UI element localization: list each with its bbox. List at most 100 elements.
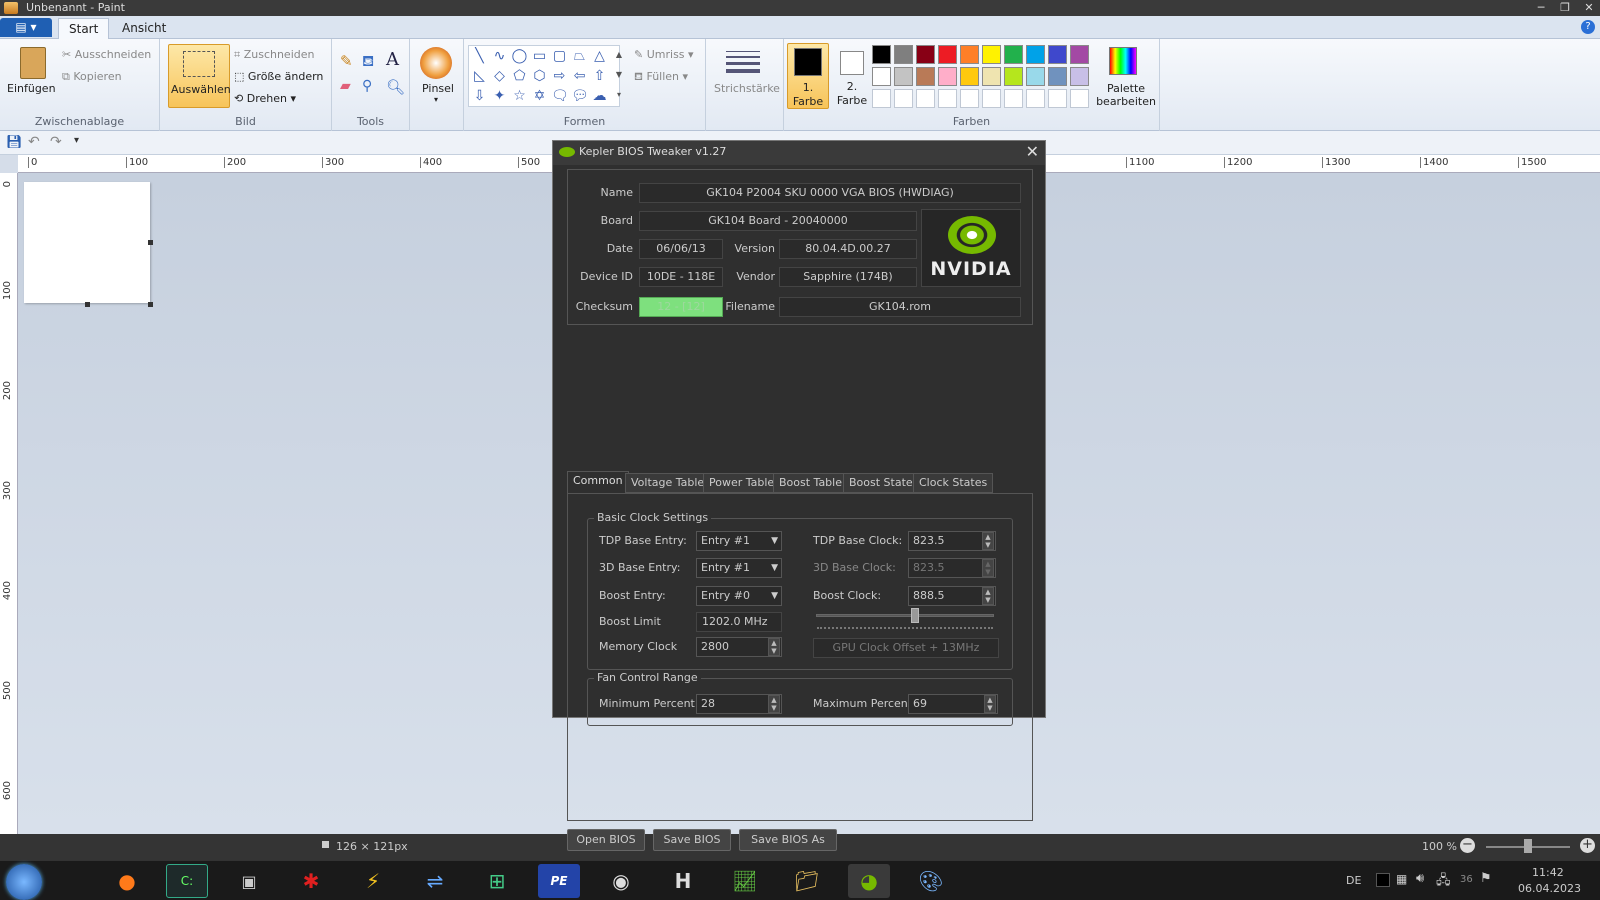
palette-swatch[interactable] bbox=[872, 45, 891, 64]
rounded-rectangle-icon[interactable]: ▢ bbox=[551, 48, 568, 65]
right-arrow-icon[interactable]: ⇨ bbox=[551, 68, 568, 85]
fill-button[interactable]: Füllen bbox=[646, 70, 679, 83]
nvidia-tool-icon[interactable]: ◕ bbox=[848, 864, 890, 898]
text-icon[interactable]: A bbox=[386, 49, 399, 70]
custom-color-slot[interactable] bbox=[982, 89, 1001, 108]
custom-color-slot[interactable] bbox=[1048, 89, 1067, 108]
pe-tool-icon[interactable]: PE bbox=[538, 864, 580, 898]
edit-colors-label-a[interactable]: Palette bbox=[1102, 82, 1150, 95]
down-arrow-icon[interactable]: ⇩ bbox=[471, 88, 488, 105]
up-arrow-icon[interactable]: ⇧ bbox=[591, 68, 608, 85]
h-tool-icon[interactable]: H bbox=[662, 864, 704, 898]
tray-app-icon[interactable]: ▦ bbox=[1396, 872, 1407, 886]
tab-common[interactable]: Common bbox=[567, 471, 629, 494]
rotate-button[interactable]: Drehen bbox=[247, 92, 287, 105]
resize-handle-bottom[interactable] bbox=[85, 302, 90, 307]
triangle-shape-icon[interactable]: △ bbox=[591, 48, 608, 65]
color1-button[interactable]: 1. Farbe bbox=[787, 43, 829, 109]
palette-swatch[interactable] bbox=[894, 67, 913, 86]
pencil-icon[interactable]: ✎ bbox=[340, 52, 353, 70]
paste-button[interactable]: Einfügen bbox=[7, 82, 56, 95]
minimize-button[interactable]: ─ bbox=[1530, 0, 1552, 16]
callout-rect-icon[interactable]: 🗨︎ bbox=[551, 88, 569, 105]
firefox-icon[interactable]: ● bbox=[106, 864, 148, 898]
disc-icon[interactable]: ◉ bbox=[600, 864, 642, 898]
curve-shape-icon[interactable]: ∿ bbox=[491, 48, 508, 65]
diamond-shape-icon[interactable]: ◇ bbox=[491, 68, 508, 85]
save-bios-button[interactable]: Save BIOS bbox=[653, 829, 731, 851]
lightning-tool-icon[interactable]: ⚡ bbox=[352, 864, 394, 898]
terminal-icon[interactable]: C: bbox=[166, 864, 208, 898]
tab-voltage-table[interactable]: Voltage Table bbox=[625, 473, 711, 493]
tab-view[interactable]: Ansicht bbox=[112, 18, 176, 39]
restore-button[interactable]: ❐ bbox=[1554, 0, 1576, 16]
cut-button[interactable]: Ausschneiden bbox=[75, 48, 152, 61]
custom-color-slot[interactable] bbox=[1070, 89, 1089, 108]
zoom-slider-thumb[interactable] bbox=[1524, 839, 1532, 853]
save-bios-as-button[interactable]: Save BIOS As bbox=[739, 829, 837, 851]
boost-entry-select[interactable]: Entry #0 ▼ bbox=[696, 586, 782, 606]
paint-menu-button[interactable]: ▤ ▾ bbox=[0, 18, 52, 37]
palette-swatch[interactable] bbox=[1048, 67, 1067, 86]
custom-color-slot[interactable] bbox=[872, 89, 891, 108]
volume-icon[interactable]: 🔊︎ bbox=[1416, 871, 1424, 886]
clock-time[interactable]: 11:42 bbox=[1532, 866, 1564, 879]
minimum-percent-spin-icon[interactable]: ▲ ▼ bbox=[768, 695, 780, 713]
palette-swatch[interactable] bbox=[938, 45, 957, 64]
palette-swatch[interactable] bbox=[1026, 67, 1045, 86]
edit-colors-label-b[interactable]: bearbeiten bbox=[1094, 95, 1158, 108]
tdp-base-clock-spin-icon[interactable]: ▲ ▼ bbox=[982, 532, 994, 550]
clock-offset-slider[interactable] bbox=[816, 614, 994, 617]
oval-shape-icon[interactable]: ◯ bbox=[511, 48, 528, 65]
custom-color-slot[interactable] bbox=[1004, 89, 1023, 108]
hexagon-shape-icon[interactable]: ⬡ bbox=[531, 68, 548, 85]
boost-clock-spin-icon[interactable]: ▲ ▼ bbox=[982, 587, 994, 605]
palette-swatch[interactable] bbox=[916, 45, 935, 64]
palette-swatch[interactable] bbox=[894, 45, 913, 64]
zoom-in-button[interactable]: + bbox=[1580, 838, 1595, 853]
action-center-flag-icon[interactable]: ⚑ bbox=[1480, 871, 1492, 886]
palette-swatch[interactable] bbox=[1004, 67, 1023, 86]
color2-button[interactable]: 2. Farbe bbox=[832, 43, 872, 109]
star-tool-icon[interactable]: ✱ bbox=[290, 864, 332, 898]
six-point-star-icon[interactable]: ✡ bbox=[531, 88, 548, 105]
chart-tool-icon[interactable]: 📈︎ bbox=[724, 864, 766, 898]
resize-button[interactable]: Größe ändern bbox=[248, 70, 324, 83]
outline-button[interactable]: Umriss bbox=[647, 48, 685, 61]
dialog-close-icon[interactable]: ✕ bbox=[1026, 143, 1039, 161]
close-button[interactable]: ✕ bbox=[1578, 0, 1600, 16]
palette-swatch[interactable] bbox=[1048, 45, 1067, 64]
line-shape-icon[interactable]: ╲ bbox=[471, 48, 488, 65]
select-button[interactable]: Auswählen bbox=[168, 44, 231, 108]
custom-color-slot[interactable] bbox=[960, 89, 979, 108]
four-point-star-icon[interactable]: ✦ bbox=[491, 88, 508, 105]
eraser-icon[interactable]: ▰ bbox=[340, 78, 351, 94]
language-indicator[interactable]: DE bbox=[1346, 874, 1361, 887]
tdp-base-entry-select[interactable]: Entry #1 ▼ bbox=[696, 531, 782, 551]
palette-swatch[interactable] bbox=[872, 67, 891, 86]
drawing-canvas[interactable] bbox=[24, 182, 150, 303]
copy-button[interactable]: Kopieren bbox=[73, 70, 121, 83]
start-button[interactable] bbox=[6, 864, 42, 900]
clock-offset-slider-thumb[interactable] bbox=[911, 608, 919, 623]
palette-swatch[interactable] bbox=[960, 45, 979, 64]
callout-cloud-icon[interactable]: ☁ bbox=[591, 88, 608, 105]
palette-swatch[interactable] bbox=[960, 67, 979, 86]
rectangle-shape-icon[interactable]: ▭ bbox=[531, 48, 548, 65]
windows-flag-icon[interactable]: ⊞ bbox=[476, 864, 518, 898]
network-tray-icon[interactable]: 🖧︎ bbox=[1436, 871, 1451, 893]
palette-swatch[interactable] bbox=[1026, 45, 1045, 64]
brush-dropdown-icon[interactable]: ▾ bbox=[434, 95, 438, 104]
magnifier-icon[interactable]: 🔍︎ bbox=[386, 78, 405, 96]
custom-color-slot[interactable] bbox=[938, 89, 957, 108]
callout-oval-icon[interactable]: 💬︎ bbox=[571, 88, 589, 105]
resize-handle-right[interactable] bbox=[148, 240, 153, 245]
palette-swatch[interactable] bbox=[1070, 45, 1089, 64]
open-bios-button[interactable]: Open BIOS bbox=[567, 829, 645, 851]
pentagon-shape-icon[interactable]: ⬠ bbox=[511, 68, 528, 85]
brush-button[interactable]: Pinsel bbox=[422, 82, 454, 95]
left-arrow-icon[interactable]: ⇦ bbox=[571, 68, 588, 85]
palette-swatch[interactable] bbox=[938, 67, 957, 86]
paint-taskbar-icon[interactable]: 🎨︎ bbox=[910, 864, 952, 898]
tab-boost-table[interactable]: Boost Table bbox=[773, 473, 848, 493]
